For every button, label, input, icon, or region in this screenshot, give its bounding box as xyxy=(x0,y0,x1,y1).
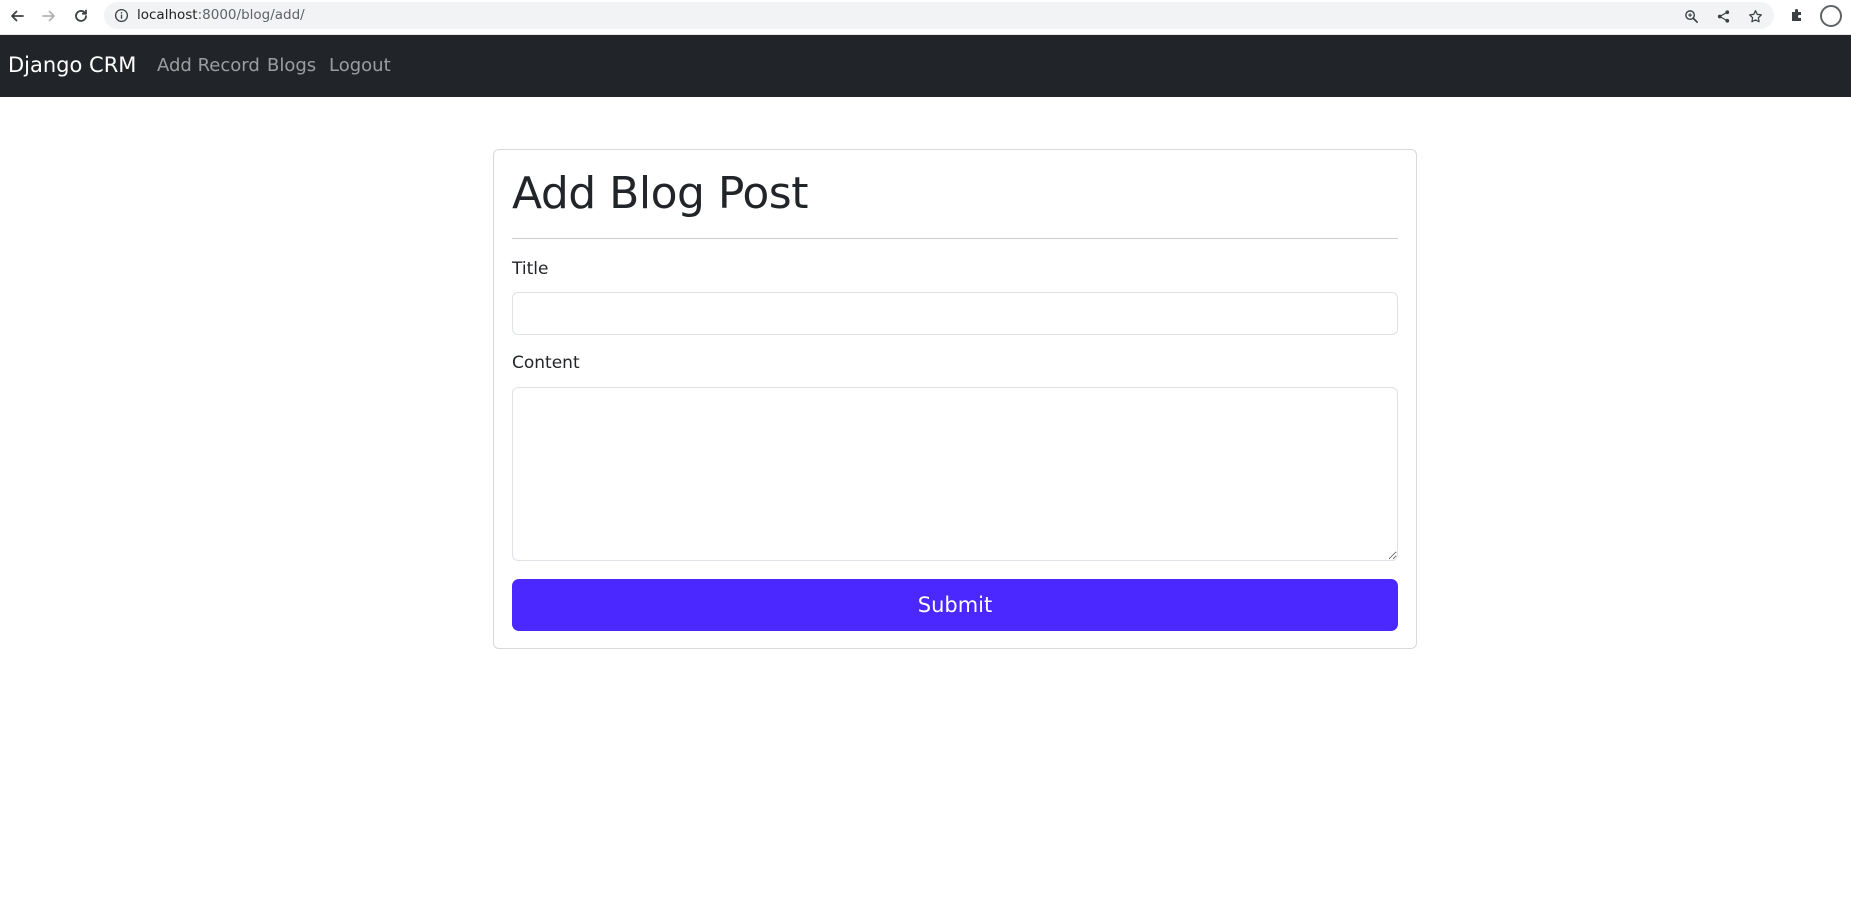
nav-link-blogs[interactable]: Blogs xyxy=(267,55,316,76)
zoom-button[interactable] xyxy=(1682,7,1700,25)
info-icon[interactable] xyxy=(114,8,129,23)
title-input[interactable] xyxy=(512,292,1398,335)
title-label: Title xyxy=(512,259,549,279)
share-icon xyxy=(1717,9,1729,23)
extensions-button[interactable] xyxy=(1789,7,1807,25)
bookmark-button[interactable] xyxy=(1746,7,1764,25)
address-bar[interactable]: localhost:8000/blog/add/ xyxy=(104,2,1774,29)
content-label: Content xyxy=(512,353,580,373)
browser-toolbar: localhost:8000/blog/add/ xyxy=(0,0,1851,35)
nav-link-logout[interactable]: Logout xyxy=(329,55,391,76)
profile-avatar-icon[interactable] xyxy=(1820,5,1842,27)
submit-button[interactable]: Submit xyxy=(512,579,1398,631)
zoom-icon xyxy=(1684,9,1698,23)
reload-icon xyxy=(75,9,87,22)
reload-button[interactable] xyxy=(68,3,94,29)
forward-icon xyxy=(42,10,55,22)
share-button[interactable] xyxy=(1714,7,1732,25)
top-navbar: Django CRM Add Record Blogs Logout xyxy=(0,35,1851,97)
page-title: Add Blog Post xyxy=(512,168,808,219)
back-button[interactable] xyxy=(4,3,30,29)
bookmark-star-icon xyxy=(1748,9,1762,22)
url-text[interactable]: localhost:8000/blog/add/ xyxy=(137,7,305,23)
back-icon xyxy=(11,10,24,22)
title-divider xyxy=(512,238,1398,239)
forward-button[interactable] xyxy=(36,3,62,29)
add-blog-card: Add Blog Post Title Content Submit xyxy=(493,149,1417,649)
extensions-icon xyxy=(1792,9,1801,21)
navbar-brand[interactable]: Django CRM xyxy=(8,53,136,77)
content-textarea[interactable] xyxy=(512,387,1398,561)
url-path: :8000/blog/add/ xyxy=(197,7,305,23)
url-host: localhost xyxy=(137,7,198,23)
nav-link-add-record[interactable]: Add Record xyxy=(157,55,260,76)
